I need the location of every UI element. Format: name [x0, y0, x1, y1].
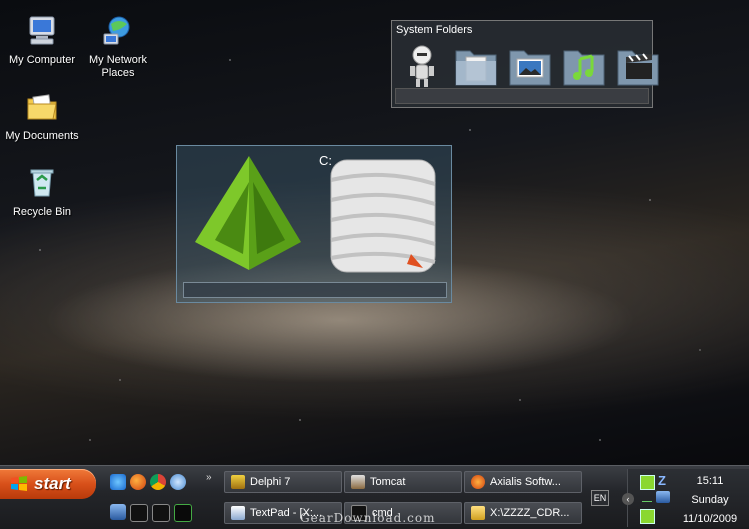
desktop-icon-my-documents[interactable]: My Documents — [2, 90, 82, 143]
cmd-icon[interactable] — [152, 504, 170, 522]
desktop-icon-label: My Documents — [5, 130, 79, 142]
wrapped-drive-icon[interactable] — [325, 154, 441, 278]
taskbar-button-label: Axialis Softw... — [490, 476, 561, 488]
chrome-icon[interactable] — [150, 474, 166, 490]
globe-icon[interactable] — [170, 474, 186, 490]
network-tray-icon[interactable] — [656, 491, 670, 503]
green-pyramid-icon[interactable] — [191, 152, 301, 277]
taskbar-button-axialis[interactable]: Axialis Softw... — [464, 471, 582, 493]
music-folder-icon[interactable] — [562, 43, 606, 89]
drive-widget: C: — [176, 145, 452, 303]
start-label: start — [34, 474, 71, 493]
tray-collapse-icon[interactable]: ‹ — [622, 493, 634, 505]
desktop-icon-label: Recycle Bin — [12, 206, 72, 218]
clock-day: Sunday — [691, 494, 729, 506]
clock-date: 11/10/2009 — [682, 513, 738, 525]
taskbar-button-label: X:\ZZZZ_CDR... — [490, 507, 570, 519]
desktop-icon-recycle-bin[interactable]: Recycle Bin — [2, 166, 82, 219]
recycle-bin-icon — [30, 169, 54, 197]
tray-z-icon[interactable]: Z — [658, 473, 672, 488]
firefox-icon[interactable] — [130, 474, 146, 490]
system-folders-bar — [395, 88, 649, 104]
desktop-icon-label: My Network Places — [88, 54, 148, 79]
taskbar-button-tomcat[interactable]: Tomcat — [344, 471, 462, 493]
taskbar-button-delphi[interactable]: Delphi 7 — [224, 471, 342, 493]
pictures-folder-icon[interactable] — [508, 43, 552, 89]
taskbar-button-label: Delphi 7 — [250, 476, 291, 488]
robot-figure-icon[interactable] — [400, 43, 444, 89]
watermark: GearDownload.com — [300, 511, 436, 525]
desktop-icon-my-network-places[interactable]: My Network Places — [78, 14, 158, 80]
folder-icon — [471, 506, 485, 520]
documents-folder-icon — [27, 94, 57, 120]
network-icon — [103, 16, 130, 45]
ie-icon[interactable] — [110, 474, 126, 490]
windows-logo-icon — [11, 476, 27, 491]
start-button[interactable]: start — [0, 469, 96, 499]
taskbar-button-folder[interactable]: X:\ZZZZ_CDR... — [464, 502, 582, 524]
desktop-icon-my-computer[interactable]: My Computer — [2, 14, 82, 67]
cmd-icon[interactable] — [130, 504, 148, 522]
desktop-icon-label: My Computer — [8, 54, 76, 66]
delphi-icon — [231, 475, 245, 489]
documents-folder-icon[interactable] — [454, 43, 498, 89]
tray-green-square-icon[interactable] — [640, 509, 655, 524]
terminal-icon[interactable] — [174, 504, 192, 522]
tray-green-square-icon[interactable] — [640, 475, 655, 490]
activity-graph-icon — [642, 493, 652, 502]
firefox-icon — [471, 475, 485, 489]
java-icon — [351, 475, 365, 489]
video-folder-icon[interactable] — [616, 43, 660, 89]
app-icon[interactable] — [110, 504, 126, 520]
textpad-icon — [231, 506, 245, 520]
drive-usage-bar — [183, 282, 447, 298]
system-folders-title: System Folders — [396, 24, 473, 36]
computer-icon — [29, 16, 55, 45]
taskbar-button-label: Tomcat — [370, 476, 406, 488]
system-folders-widget: System Folders — [391, 20, 659, 108]
system-tray: ‹ Z 15:11 Sunday 11/10/2009 — [622, 469, 749, 527]
quick-launch-bottom — [110, 504, 192, 522]
quick-launch-top — [110, 474, 186, 490]
quick-launch-expand-icon[interactable]: » — [206, 472, 212, 483]
clock[interactable]: 15:11 Sunday 11/10/2009 — [680, 473, 740, 527]
clock-time: 15:11 — [696, 475, 724, 487]
language-indicator[interactable]: EN — [591, 490, 609, 506]
